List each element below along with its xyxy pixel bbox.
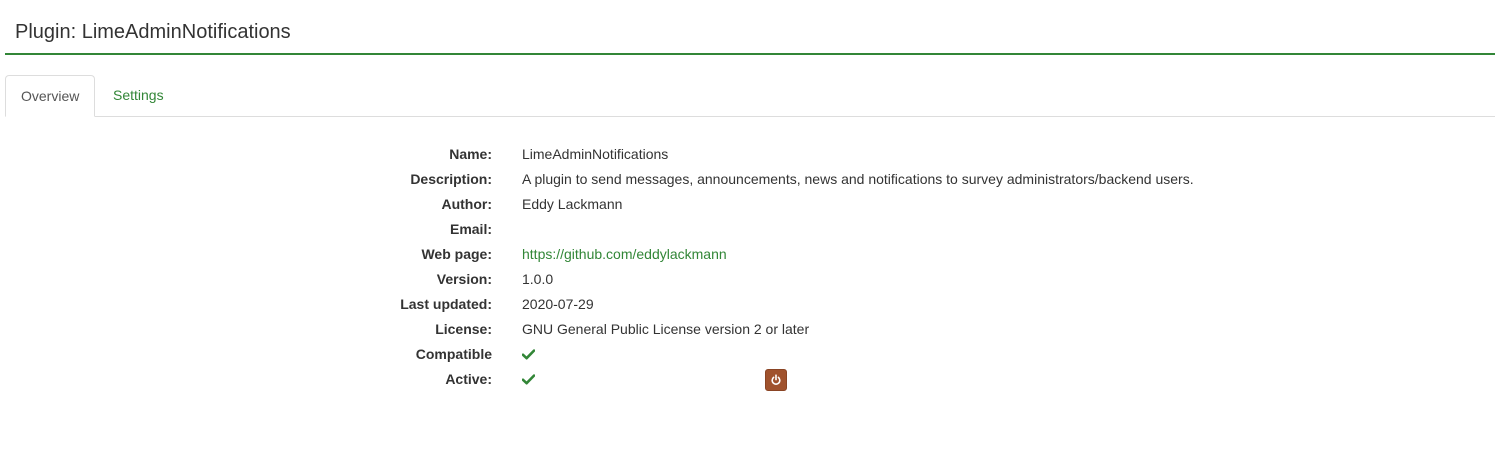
detail-row-author: Author: Eddy Lackmann bbox=[0, 192, 1506, 217]
plugin-details: Name: LimeAdminNotifications Description… bbox=[0, 142, 1506, 392]
detail-row-license: License: GNU General Public License vers… bbox=[0, 317, 1506, 342]
deactivate-plugin-button[interactable] bbox=[765, 369, 787, 391]
detail-row-description: Description: A plugin to send messages, … bbox=[0, 167, 1506, 192]
compatible-label: Compatible bbox=[415, 346, 492, 362]
web-page-link[interactable]: https://github.com/eddylackmann bbox=[522, 246, 727, 262]
web-page-value: https://github.com/eddylackmann bbox=[522, 242, 727, 267]
tab-bar: Overview Settings bbox=[5, 75, 1495, 117]
plugin-overview-page: Plugin: LimeAdminNotifications Overview … bbox=[0, 0, 1506, 458]
email-label: Email: bbox=[449, 221, 492, 237]
tab-overview[interactable]: Overview bbox=[5, 75, 95, 117]
page-header: Plugin: LimeAdminNotifications bbox=[5, 0, 1495, 55]
power-icon bbox=[771, 374, 781, 385]
description-value: A plugin to send messages, announcements… bbox=[522, 171, 1194, 187]
check-icon bbox=[522, 374, 535, 385]
detail-row-version: Version: 1.0.0 bbox=[0, 267, 1506, 292]
name-label: Name: bbox=[449, 146, 492, 162]
author-value: Eddy Lackmann bbox=[522, 196, 623, 212]
author-label: Author: bbox=[441, 196, 492, 212]
active-label: Active: bbox=[445, 371, 492, 387]
page-title: Plugin: LimeAdminNotifications bbox=[15, 21, 291, 43]
detail-row-compatible: Compatible bbox=[0, 342, 1506, 367]
detail-row-web-page: Web page: https://github.com/eddylackman… bbox=[0, 242, 1506, 267]
name-value: LimeAdminNotifications bbox=[522, 146, 669, 162]
license-value: GNU General Public License version 2 or … bbox=[522, 321, 810, 337]
description-label: Description: bbox=[410, 171, 492, 187]
detail-row-name: Name: LimeAdminNotifications bbox=[0, 142, 1506, 167]
web-page-label: Web page: bbox=[421, 246, 492, 262]
license-label: License: bbox=[435, 321, 492, 337]
last-updated-value: 2020-07-29 bbox=[522, 296, 594, 312]
detail-row-active: Active: bbox=[0, 367, 1506, 392]
version-value: 1.0.0 bbox=[522, 271, 554, 287]
detail-row-email: Email: bbox=[0, 217, 1506, 242]
check-icon bbox=[522, 349, 535, 360]
version-label: Version: bbox=[436, 271, 492, 287]
detail-row-last-updated: Last updated: 2020-07-29 bbox=[0, 292, 1506, 317]
tab-settings[interactable]: Settings bbox=[98, 75, 179, 116]
last-updated-label: Last updated: bbox=[400, 296, 492, 312]
